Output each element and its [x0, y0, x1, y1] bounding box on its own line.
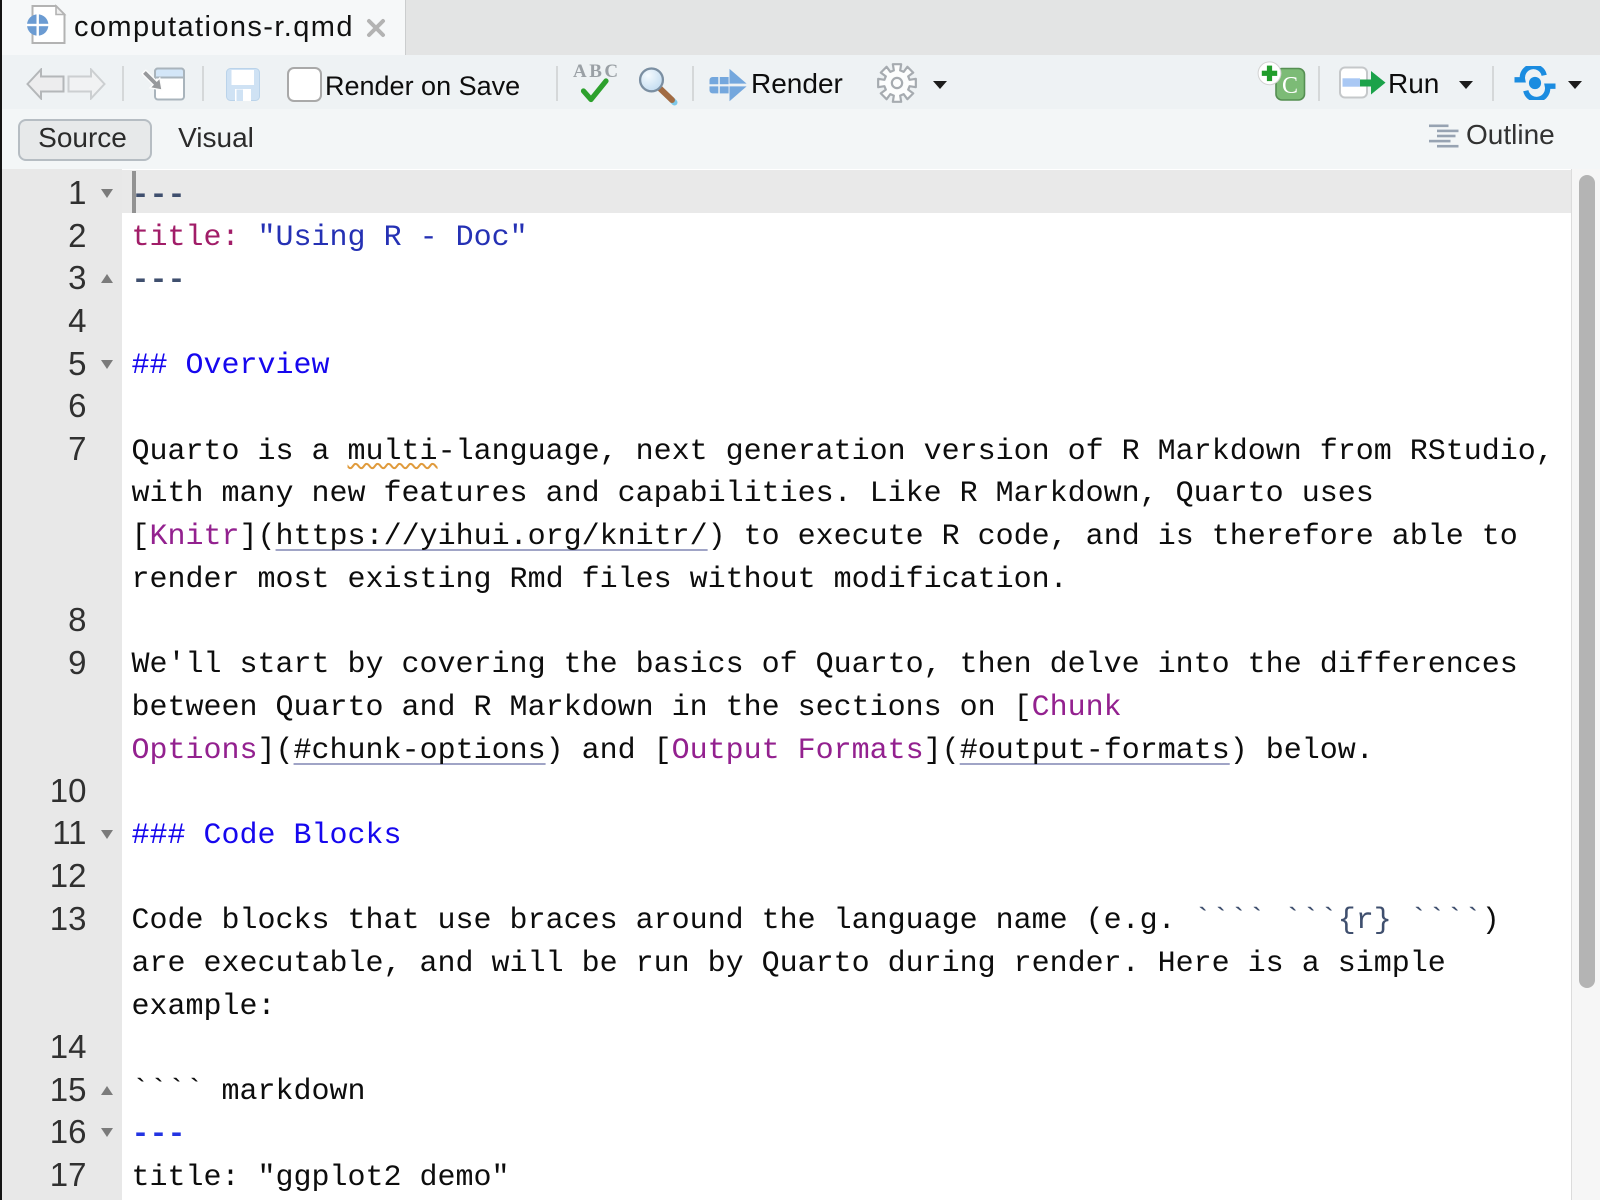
svg-text:C: C: [1282, 73, 1298, 99]
